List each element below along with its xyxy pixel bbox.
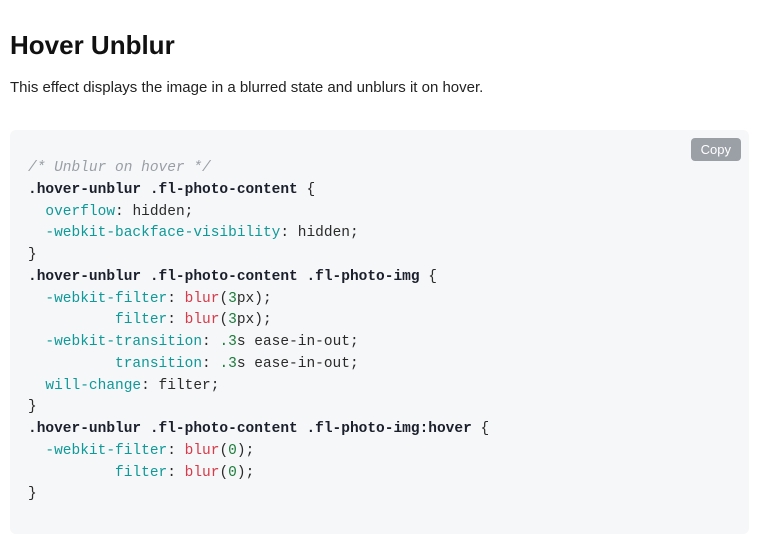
code-content: /* Unblur on hover */ .hover-unblur .fl-… xyxy=(28,158,731,506)
code-block: Copy /* Unblur on hover */ .hover-unblur… xyxy=(10,130,749,534)
copy-button[interactable]: Copy xyxy=(691,138,741,161)
section-heading: Hover Unblur xyxy=(10,30,749,61)
section-description: This effect displays the image in a blur… xyxy=(10,79,749,96)
